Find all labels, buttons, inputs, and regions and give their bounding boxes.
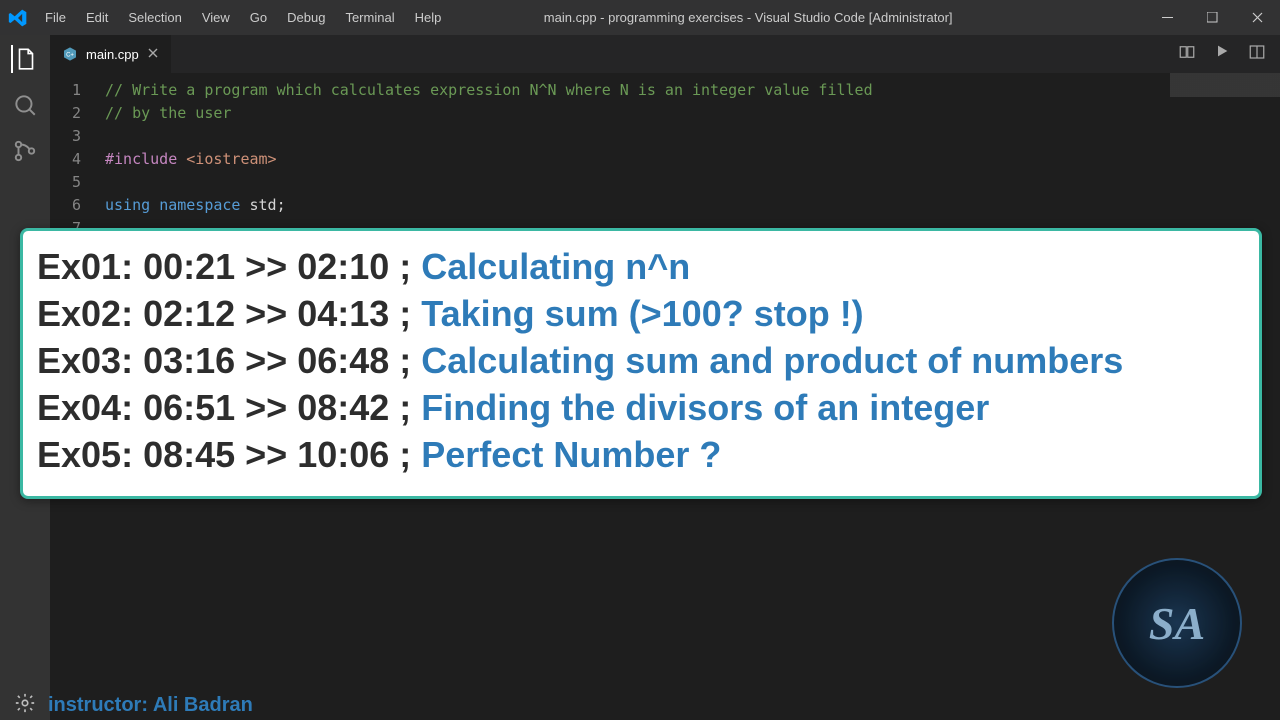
- run-icon[interactable]: [1214, 43, 1230, 66]
- channel-logo: SA: [1112, 558, 1242, 688]
- search-icon[interactable]: [11, 91, 39, 119]
- explorer-icon[interactable]: [11, 45, 39, 73]
- menu-debug[interactable]: Debug: [277, 4, 335, 31]
- code-line: // Write a program which calculates expr…: [105, 79, 873, 102]
- tab-actions: [1178, 43, 1280, 66]
- bottom-bar: instructor: Ali Badran: [0, 690, 1280, 720]
- menu-terminal[interactable]: Terminal: [335, 4, 404, 31]
- title-bar: File Edit Selection View Go Debug Termin…: [0, 0, 1280, 35]
- svg-text:C+: C+: [66, 53, 74, 59]
- line-number: 2: [50, 102, 105, 125]
- menu-go[interactable]: Go: [240, 4, 277, 31]
- menu-file[interactable]: File: [35, 4, 76, 31]
- close-button[interactable]: [1235, 0, 1280, 35]
- compare-icon[interactable]: [1178, 43, 1196, 66]
- chapter-row: Ex05: 08:45 >> 10:06 ; Perfect Number ?: [37, 431, 1245, 478]
- chapters-overlay: Ex01: 00:21 >> 02:10 ; Calculating n^n E…: [20, 228, 1262, 499]
- cpp-file-icon: C+: [62, 46, 78, 62]
- tab-main-cpp[interactable]: C+ main.cpp: [50, 35, 172, 73]
- window-title: main.cpp - programming exercises - Visua…: [451, 10, 1145, 25]
- line-number: 5: [50, 171, 105, 194]
- maximize-button[interactable]: [1190, 0, 1235, 35]
- line-number: 3: [50, 125, 105, 148]
- menu-view[interactable]: View: [192, 4, 240, 31]
- code-line: #include <iostream>: [105, 148, 277, 171]
- window-controls: [1145, 0, 1280, 35]
- minimize-button[interactable]: [1145, 0, 1190, 35]
- chapter-row: Ex01: 00:21 >> 02:10 ; Calculating n^n: [37, 243, 1245, 290]
- instructor-label: instructor: Ali Badran: [48, 694, 253, 717]
- menu-help[interactable]: Help: [405, 4, 452, 31]
- chapter-row: Ex04: 06:51 >> 08:42 ; Finding the divis…: [37, 384, 1245, 431]
- tab-bar: C+ main.cpp: [50, 35, 1280, 73]
- close-tab-icon[interactable]: [147, 47, 159, 62]
- menu-edit[interactable]: Edit: [76, 4, 118, 31]
- minimap[interactable]: [1170, 73, 1280, 193]
- menu-bar: File Edit Selection View Go Debug Termin…: [35, 4, 451, 31]
- line-number: 1: [50, 79, 105, 102]
- source-control-icon[interactable]: [11, 137, 39, 165]
- settings-gear-icon[interactable]: [14, 692, 36, 719]
- menu-selection[interactable]: Selection: [118, 4, 191, 31]
- vscode-logo-icon: [0, 8, 35, 28]
- split-editor-icon[interactable]: [1248, 43, 1266, 66]
- chapter-row: Ex02: 02:12 >> 04:13 ; Taking sum (>100?…: [37, 290, 1245, 337]
- tab-label: main.cpp: [86, 47, 139, 62]
- chapter-row: Ex03: 03:16 >> 06:48 ; Calculating sum a…: [37, 337, 1245, 384]
- code-line: // by the user: [105, 102, 231, 125]
- line-number: 6: [50, 194, 105, 217]
- code-line: using namespace std;: [105, 194, 286, 217]
- line-number: 4: [50, 148, 105, 171]
